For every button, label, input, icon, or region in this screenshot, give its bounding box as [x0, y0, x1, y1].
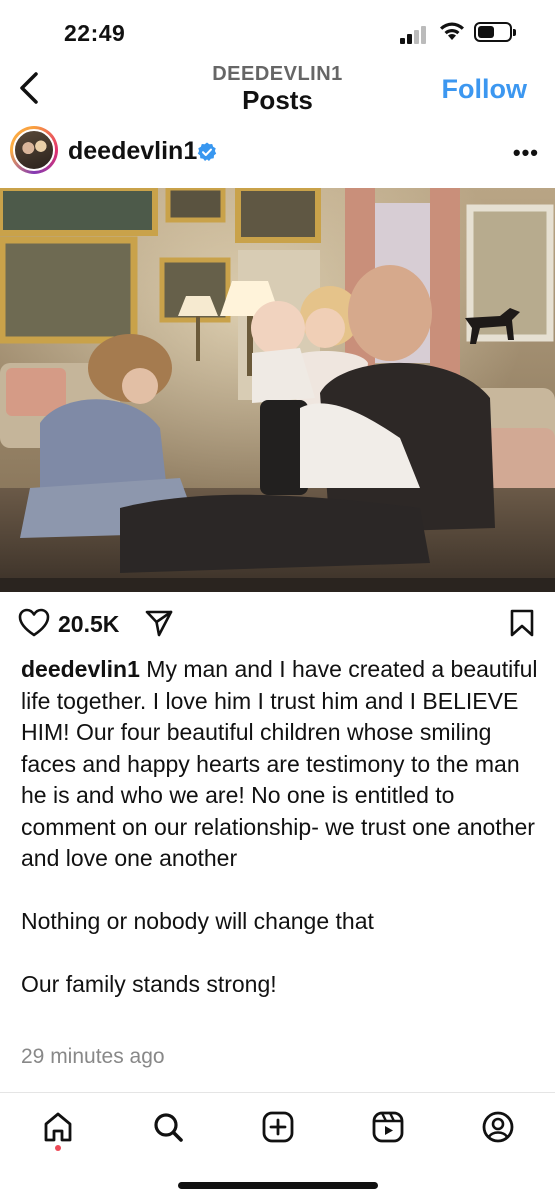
- verified-badge-icon: [197, 142, 217, 161]
- tab-home[interactable]: [38, 1107, 78, 1147]
- more-options-icon[interactable]: •••: [513, 140, 539, 166]
- tab-create[interactable]: [258, 1107, 298, 1147]
- post-header: deedevlin1 •••: [0, 120, 555, 186]
- post-actions: 20.5K: [0, 600, 555, 646]
- cellular-signal-icon: [400, 22, 430, 44]
- follow-button[interactable]: Follow: [442, 74, 527, 105]
- status-time: 22:49: [64, 20, 126, 46]
- avatar-image: [13, 129, 55, 171]
- back-chevron-icon[interactable]: [14, 68, 46, 108]
- post-photo-illustration: [0, 188, 555, 592]
- like-count[interactable]: 20.5K: [58, 611, 119, 638]
- create-post-icon: [262, 1111, 294, 1143]
- post-caption: deedevlin1 My man and I have created a b…: [21, 654, 541, 1001]
- caption-text-3: Our family stands strong!: [21, 971, 277, 997]
- tab-reels[interactable]: [368, 1107, 408, 1147]
- notification-dot: [55, 1145, 61, 1151]
- home-icon: [44, 1112, 72, 1142]
- post-username[interactable]: deedevlin1: [68, 137, 197, 166]
- share-send-icon[interactable]: [144, 608, 174, 638]
- caption-text-1: My man and I have created a beautiful li…: [21, 656, 538, 871]
- status-bar: 22:49: [0, 0, 555, 60]
- avatar[interactable]: [10, 126, 58, 174]
- tab-search[interactable]: [148, 1107, 188, 1147]
- heart-icon[interactable]: [18, 608, 50, 638]
- wifi-icon: [440, 22, 464, 40]
- reels-icon: [372, 1111, 404, 1143]
- nav-header: DEEDEVLIN1 Posts Follow: [0, 60, 555, 118]
- post-timestamp: 29 minutes ago: [21, 1045, 165, 1068]
- caption-paragraph-1: deedevlin1 My man and I have created a b…: [21, 654, 541, 875]
- home-indicator[interactable]: [178, 1182, 378, 1189]
- tab-profile[interactable]: [478, 1107, 518, 1147]
- search-icon: [154, 1113, 183, 1142]
- battery-icon: [474, 22, 516, 42]
- bookmark-icon[interactable]: [509, 608, 535, 638]
- post-photo[interactable]: [0, 188, 555, 592]
- caption-text-2: Nothing or nobody will change that: [21, 908, 374, 934]
- caption-username[interactable]: deedevlin1: [21, 656, 140, 682]
- profile-icon: [482, 1111, 514, 1143]
